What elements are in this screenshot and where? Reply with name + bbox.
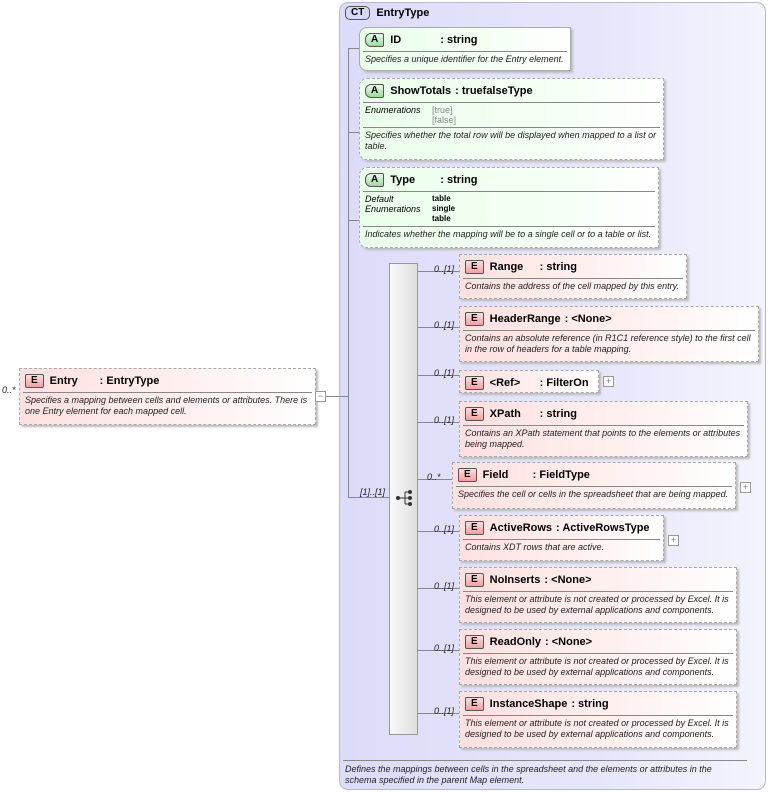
element-documentation: This element or attribute is not created… (465, 656, 729, 677)
element-cardinality: 0..[1] (434, 320, 455, 330)
element-type: : <None> (545, 636, 593, 648)
attribute-type[interactable]: A Type : string Default Enumerations table si… (359, 167, 659, 248)
element-badge: E (465, 260, 484, 275)
attribute-badge: A (365, 84, 385, 99)
connector (348, 48, 349, 498)
element-name: ReadOnly (489, 636, 542, 648)
element-cardinality: 0..[1] (434, 415, 455, 425)
connector (348, 48, 359, 49)
element-type: : string (539, 261, 577, 273)
complex-type-doc-separator (343, 760, 747, 761)
element-headerrange[interactable]: E HeaderRange: <None> Contains an absolut… (459, 306, 759, 362)
default-value: table (432, 194, 451, 203)
element-name: XPath (489, 408, 521, 420)
element-badge: E (465, 573, 484, 588)
element-type: : EntryType (99, 375, 160, 387)
element-name: Range (489, 261, 524, 273)
attribute-documentation: Specifies whether the total row will be … (365, 130, 657, 151)
element-documentation: Contains the address of the cell mapped … (465, 281, 679, 291)
attribute-documentation: Indicates whether the mapping will be to… (365, 229, 652, 239)
expand-toggle[interactable]: + (740, 482, 751, 493)
attribute-showtotals[interactable]: A ShowTotals: truefalseType Enumerations [… (359, 78, 664, 160)
element-instanceshape[interactable]: E InstanceShape: string This element or a… (459, 691, 737, 748)
attribute-documentation: Specifies a unique identifier for the En… (365, 54, 564, 64)
element-name: HeaderRange (489, 313, 561, 325)
element-documentation: Contains an XPath statement that points … (465, 428, 741, 449)
entry-cardinality: 0..* (2, 385, 16, 395)
attribute-id[interactable]: A ID : string Specifies a unique identifie… (359, 27, 571, 71)
element-badge: E (458, 468, 477, 483)
element-cardinality: 0..[1] (434, 706, 455, 716)
element-type: : string (539, 408, 577, 420)
complex-type-header: CT EntryType (345, 6, 429, 20)
element-type: : FieldType (532, 469, 590, 481)
element-documentation: Specifies the cell or cells in the sprea… (458, 489, 729, 499)
element-documentation: This element or attribute is not created… (465, 718, 729, 739)
element-type: : <None> (564, 313, 612, 325)
element-cardinality: 0..[1] (434, 264, 455, 274)
element-cardinality: 0..[1] (434, 524, 455, 534)
element-field[interactable]: E Field : FieldType Specifies the cell or … (452, 462, 736, 509)
element-type: : FilterOn (539, 377, 589, 389)
attribute-type: : string (440, 174, 478, 186)
expand-toggle[interactable]: + (668, 535, 679, 546)
element-name: InstanceShape (489, 698, 568, 710)
element-activerows[interactable]: E ActiveRows: ActiveRowsType Contains XDT… (459, 515, 664, 561)
element-badge: E (465, 407, 484, 422)
element-ref[interactable]: E <Ref> : FilterOn (459, 370, 599, 393)
element-noinserts[interactable]: E NoInserts: <None> This element or attri… (459, 567, 737, 623)
complex-type-documentation: Defines the mappings between cells in th… (345, 764, 712, 785)
complex-type-name: EntryType (376, 6, 430, 19)
element-badge: E (25, 374, 44, 389)
element-cardinality: 0..[1] (434, 368, 455, 378)
sequence-icon[interactable] (396, 489, 414, 512)
element-type: : string (571, 698, 609, 710)
complex-type-badge: CT (345, 6, 371, 20)
enumerations-label: Enumerations (365, 105, 421, 115)
element-name: <Ref> (489, 377, 521, 389)
element-badge: E (465, 312, 484, 327)
element-badge: E (465, 697, 484, 712)
attribute-badge: A (365, 33, 385, 48)
element-cardinality: 0..* (427, 472, 441, 482)
enum-value: single (432, 204, 456, 213)
element-xpath[interactable]: E XPath : string Contains an XPath stateme… (459, 401, 748, 457)
expand-toggle[interactable]: + (603, 376, 614, 387)
enum-value: [true] (432, 105, 453, 115)
connector (348, 497, 389, 498)
element-name: ActiveRows (489, 522, 553, 534)
sequence-cardinality: [1]..[1] (360, 487, 386, 497)
connector (348, 220, 359, 221)
enumerations-label: Enumerations (365, 204, 421, 214)
element-name: Field (482, 469, 509, 481)
attribute-name: ID (390, 34, 402, 46)
element-range[interactable]: E Range : string Contains the address of t… (459, 254, 687, 299)
element-badge: E (465, 521, 484, 536)
element-cardinality: 0..[1] (434, 581, 455, 591)
attribute-type: : string (440, 34, 478, 46)
attribute-type: : truefalseType (455, 85, 533, 97)
element-documentation: This element or attribute is not created… (465, 594, 729, 615)
element-documentation: Contains XDT rows that are active. (465, 542, 605, 552)
enum-value: table (432, 214, 451, 223)
attribute-badge: A (365, 173, 385, 188)
element-badge: E (465, 635, 484, 650)
element-name: NoInserts (489, 574, 541, 586)
element-cardinality: 0..[1] (434, 643, 455, 653)
element-type: : <None> (544, 574, 592, 586)
element-type: : ActiveRowsType (556, 522, 650, 534)
element-entry[interactable]: E Entry : EntryType Specifies a mapping be… (19, 368, 316, 425)
collapse-toggle[interactable]: − (315, 391, 326, 402)
attribute-name: ShowTotals (390, 85, 452, 97)
default-label: Default (365, 194, 394, 204)
element-documentation: Specifies a mapping between cells and el… (25, 395, 308, 416)
element-readonly[interactable]: E ReadOnly: <None> This element or attrib… (459, 629, 737, 685)
element-documentation: Contains an absolute reference (in R1C1 … (465, 333, 751, 354)
connector (348, 132, 359, 133)
element-badge: E (465, 376, 484, 391)
attribute-name: Type (390, 174, 416, 186)
element-name: Entry (49, 375, 78, 387)
enum-value: [false] (432, 115, 457, 125)
